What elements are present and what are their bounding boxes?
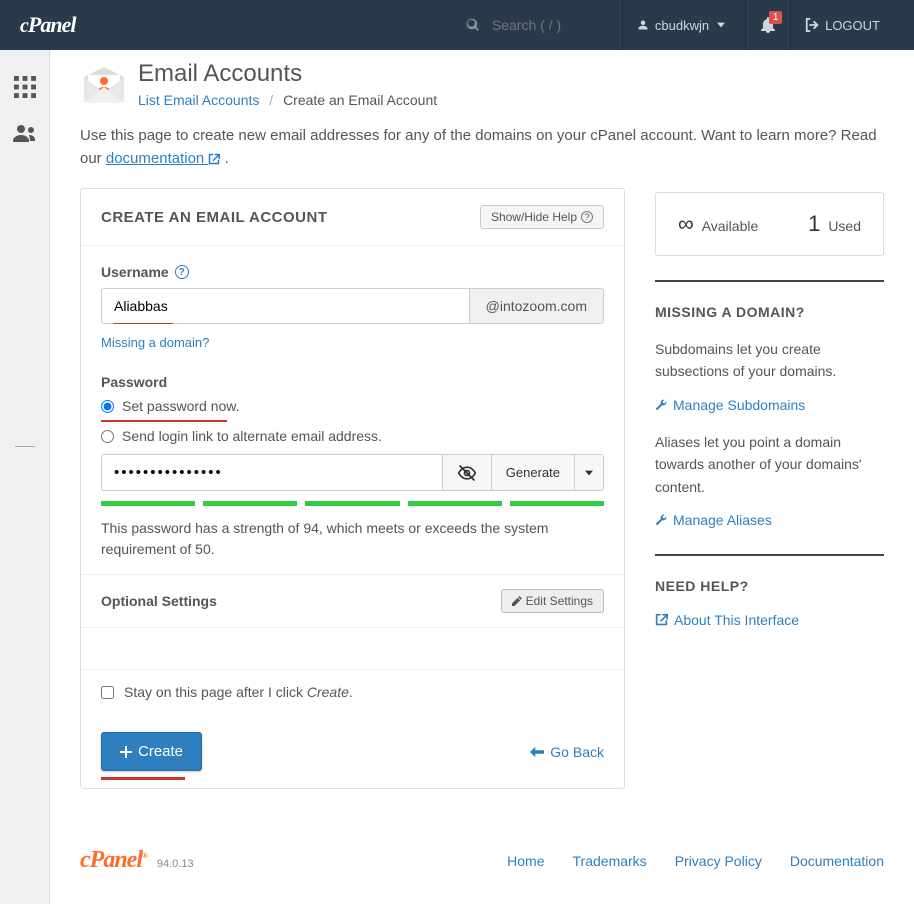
notifications[interactable]: 1 — [745, 0, 790, 50]
user-icon — [637, 19, 649, 31]
plus-icon — [120, 746, 132, 758]
reveal-button[interactable] — [442, 454, 491, 491]
page-title: Email Accounts — [138, 60, 437, 88]
user-menu[interactable]: cbudkwjn — [622, 0, 745, 50]
wrench-icon — [655, 514, 667, 526]
footer-logo: cPanel® — [80, 847, 147, 873]
logout-button[interactable]: LOGOUT — [790, 0, 894, 50]
documentation-link[interactable]: documentation — [106, 150, 221, 167]
help-icon[interactable]: ? — [175, 265, 189, 279]
external-icon — [655, 613, 668, 626]
section-title: CREATE AN EMAIL ACCOUNT — [101, 209, 328, 226]
create-button[interactable]: Create — [101, 732, 202, 771]
radio-set-now-input[interactable] — [101, 400, 114, 413]
username-label: Username — [101, 264, 169, 280]
available-label: Available — [702, 218, 759, 234]
users-icon[interactable] — [10, 118, 40, 148]
edit-settings-button[interactable]: Edit Settings — [501, 589, 604, 613]
search-wrap[interactable] — [466, 17, 602, 33]
manage-subdomains-link[interactable]: Manage Subdomains — [655, 397, 884, 413]
password-input[interactable] — [101, 454, 442, 491]
wrench-icon — [655, 399, 667, 411]
breadcrumb: List Email Accounts / Create an Email Ac… — [138, 92, 437, 108]
version: 94.0.13 — [157, 858, 194, 870]
radio-set-now[interactable]: Set password now. — [101, 398, 604, 414]
radio-send-link-input[interactable] — [101, 430, 114, 443]
footer: cPanel® 94.0.13 Home Trademarks Privacy … — [80, 829, 884, 874]
radio-send-link[interactable]: Send login link to alternate email addre… — [101, 428, 604, 444]
breadcrumb-current: Create an Email Account — [283, 92, 437, 108]
envelope-icon — [80, 63, 128, 111]
stats-box: ∞ Available 1 Used — [655, 192, 884, 256]
sidebar — [0, 50, 50, 904]
cpanel-logo: cPanel — [20, 12, 75, 38]
help-toggle-button[interactable]: Show/Hide Help ? — [480, 205, 604, 229]
caret-down-icon — [585, 469, 593, 477]
topbar: cPanel cbudkwjn 1 LOGOUT — [0, 0, 914, 50]
breadcrumb-list[interactable]: List Email Accounts — [138, 92, 259, 108]
search-input[interactable] — [492, 17, 602, 33]
notify-count: 1 — [769, 11, 782, 24]
go-back-link[interactable]: Go Back — [530, 744, 604, 760]
missing-domain-title: MISSING A DOMAIN? — [655, 304, 884, 320]
logout-label: LOGOUT — [825, 18, 880, 33]
password-label: Password — [101, 374, 167, 390]
logout-icon — [805, 18, 819, 32]
intro-text: Use this page to create new email addres… — [80, 125, 884, 170]
generate-button[interactable]: Generate — [491, 454, 574, 491]
generate-dropdown[interactable] — [574, 454, 604, 491]
optional-title: Optional Settings — [101, 593, 217, 609]
subdomain-text: Subdomains let you create subsections of… — [655, 338, 884, 383]
alias-text: Aliases let you point a domain towards a… — [655, 431, 884, 498]
bell-icon: 1 — [760, 17, 776, 33]
search-icon — [466, 18, 480, 32]
stay-checkbox[interactable] — [101, 686, 114, 699]
footer-link-privacy[interactable]: Privacy Policy — [675, 853, 762, 869]
arrow-left-icon — [530, 746, 544, 758]
need-help-section: NEED HELP? About This Interface — [655, 554, 884, 628]
footer-link-docs[interactable]: Documentation — [790, 853, 884, 869]
strength-text: This password has a strength of 94, whic… — [101, 518, 604, 560]
infinity-icon: ∞ — [678, 211, 694, 237]
footer-link-home[interactable]: Home — [507, 853, 544, 869]
username-input[interactable] — [102, 289, 469, 323]
question-icon: ? — [581, 211, 593, 223]
used-value: 1 — [808, 211, 820, 237]
pencil-icon — [512, 596, 522, 606]
domain-label[interactable]: @intozoom.com — [469, 289, 603, 323]
used-label: Used — [828, 218, 861, 234]
username-label: cbudkwjn — [655, 18, 709, 33]
page-header: Email Accounts List Email Accounts / Cre… — [80, 60, 884, 111]
eye-slash-icon — [457, 463, 477, 483]
caret-down-icon — [717, 21, 725, 29]
need-help-title: NEED HELP? — [655, 578, 884, 594]
grid-icon[interactable] — [10, 72, 40, 102]
stay-label: Stay on this page after I click Create. — [124, 684, 353, 700]
about-interface-link[interactable]: About This Interface — [655, 612, 884, 628]
manage-aliases-link[interactable]: Manage Aliases — [655, 512, 884, 528]
missing-domain-section: MISSING A DOMAIN? Subdomains let you cre… — [655, 280, 884, 528]
missing-domain-link[interactable]: Missing a domain? — [101, 335, 209, 350]
create-card: CREATE AN EMAIL ACCOUNT Show/Hide Help ?… — [80, 188, 625, 789]
footer-link-trademarks[interactable]: Trademarks — [573, 853, 647, 869]
strength-meter — [101, 501, 604, 506]
